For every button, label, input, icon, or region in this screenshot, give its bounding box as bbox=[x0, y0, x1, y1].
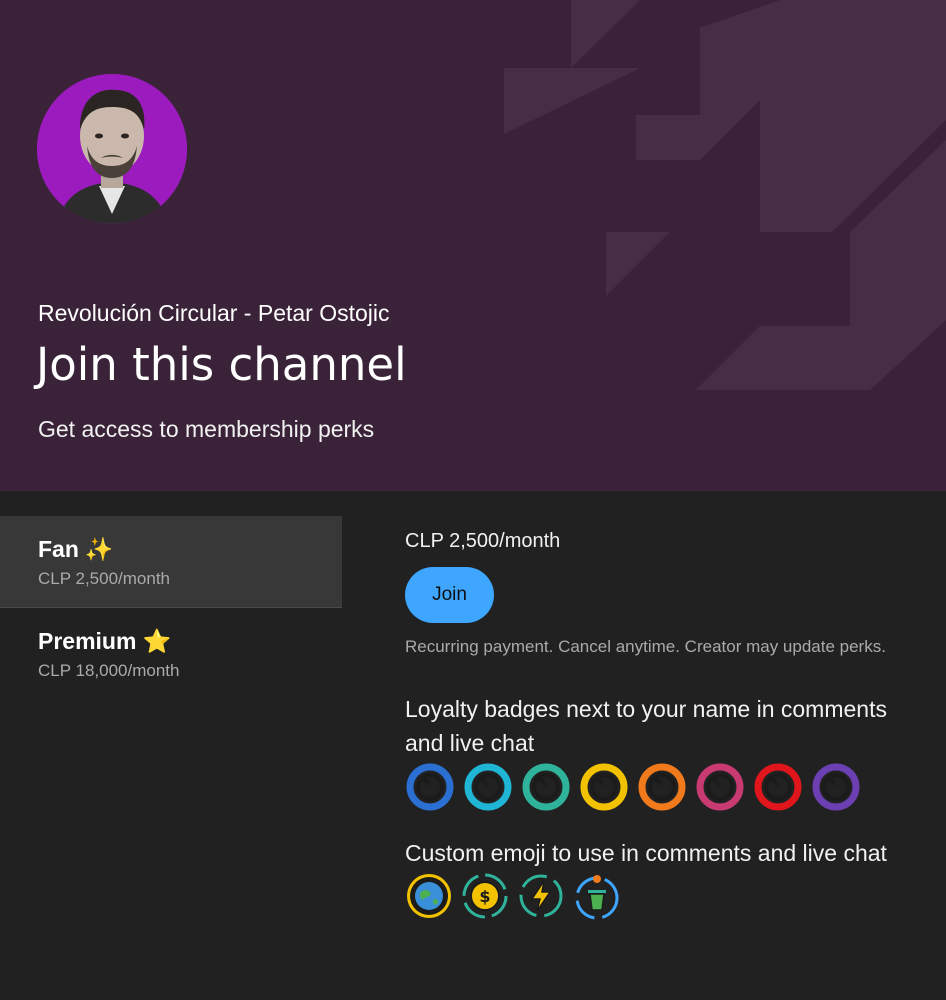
loyalty-badge-icon bbox=[464, 763, 512, 811]
channel-name: Revolución Circular - Petar Ostojic bbox=[38, 300, 390, 326]
loyalty-badge-icon bbox=[522, 763, 570, 811]
custom-emoji-list: $ bbox=[405, 872, 905, 920]
star-icon: ⭐ bbox=[142, 628, 172, 654]
loyalty-badge-icon bbox=[696, 763, 744, 811]
loyalty-badge-icon bbox=[406, 763, 454, 811]
bin-recycle-icon bbox=[575, 875, 619, 920]
tier-fan[interactable]: Fan ✨ CLP 2,500/month bbox=[0, 516, 342, 608]
tier-name: Fan ✨ bbox=[38, 536, 342, 563]
avatar-portrait-icon bbox=[37, 74, 187, 224]
loyalty-badges bbox=[405, 762, 905, 812]
channel-header: Revolución Circular - Petar Ostojic Join… bbox=[0, 0, 946, 491]
loyalty-badge-icon bbox=[812, 763, 860, 811]
page-title: Join this channel bbox=[36, 338, 407, 391]
energy-recycle-icon bbox=[519, 874, 563, 918]
page-subtitle: Get access to membership perks bbox=[38, 416, 375, 442]
coin-recycle-icon: $ bbox=[462, 873, 508, 919]
recurring-note: Recurring payment. Cancel anytime. Creat… bbox=[405, 637, 886, 656]
perk-title-emoji: Custom emoji to use in comments and live… bbox=[405, 840, 887, 866]
channel-avatar[interactable] bbox=[37, 74, 187, 224]
tier-premium[interactable]: Premium ⭐ CLP 18,000/month bbox=[0, 608, 342, 700]
tier-price: CLP 18,000/month bbox=[38, 661, 180, 680]
tier-name-label: Fan bbox=[38, 536, 79, 562]
join-button[interactable]: Join bbox=[405, 567, 494, 623]
earth-recycle-icon bbox=[407, 874, 451, 918]
svg-text:$: $ bbox=[479, 887, 490, 906]
loyalty-badge-icon bbox=[580, 763, 628, 811]
tier-price: CLP 2,500/month bbox=[38, 569, 170, 588]
tier-name-label: Premium bbox=[38, 628, 137, 654]
tier-detail: CLP 2,500/month Join Recurring payment. … bbox=[405, 530, 905, 920]
loyalty-badge-icon bbox=[754, 763, 802, 811]
tier-list: Fan ✨ CLP 2,500/month Premium ⭐ CLP 18,0… bbox=[0, 516, 342, 700]
perk-title-badges: Loyalty badges next to your name in comm… bbox=[405, 696, 887, 756]
detail-price: CLP 2,500/month bbox=[405, 530, 561, 552]
loyalty-badge-icon bbox=[638, 763, 686, 811]
tier-name: Premium ⭐ bbox=[38, 628, 342, 655]
sparkles-icon: ✨ bbox=[84, 536, 114, 562]
